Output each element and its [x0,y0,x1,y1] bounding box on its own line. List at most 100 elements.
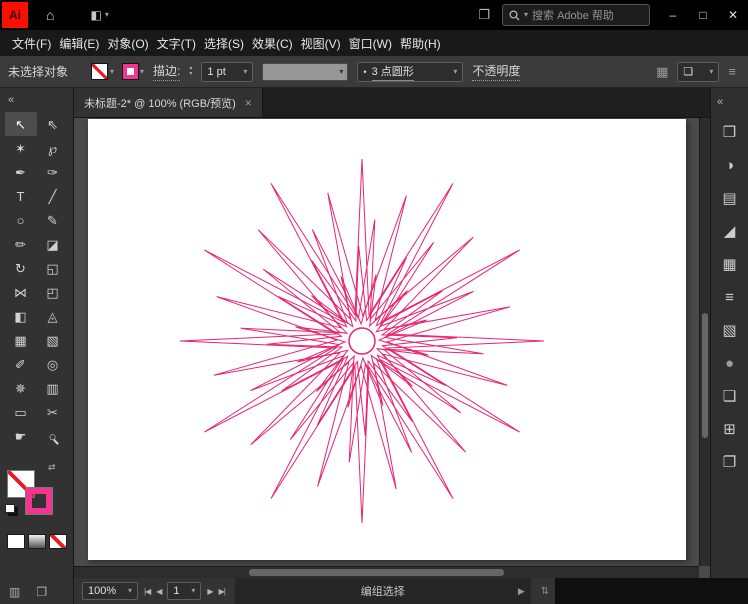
menu-item-object[interactable]: 对象(O) [107,35,148,52]
menu-item-help[interactable]: 帮助(H) [400,35,441,52]
menu-item-type[interactable]: 文字(T) [157,35,196,52]
tool-zoom[interactable]: ○ [37,424,69,448]
stroke-color-picker[interactable]: ▾ [122,63,144,80]
tool-selection[interactable]: ↖ [4,112,37,136]
tool-perspective-grid[interactable]: ◬ [37,304,69,328]
tool-rotate[interactable]: ↻ [5,256,37,280]
tool-mesh[interactable]: ▦ [5,328,37,352]
document-panel-icon[interactable]: ❒ [478,7,490,23]
minimize-button[interactable]: – [658,0,688,30]
panel-transparency-button[interactable]: ● [711,347,748,380]
panel-color-guide-button[interactable]: ◢ [711,215,748,248]
first-artboard-button[interactable]: |◀ [144,587,151,596]
tool-type[interactable]: T [5,184,37,208]
tool-paintbrush[interactable]: ✎ [37,208,69,232]
chevron-down-icon: ▾ [127,586,132,595]
document-tab[interactable]: 未标题-2* @ 100% (RGB/预览) × [74,88,263,117]
tool-lasso[interactable]: ℘ [37,136,69,160]
close-button[interactable]: ✕ [718,0,748,30]
draw-mode-icon[interactable]: ▥ [9,585,20,599]
stroke-control[interactable] [25,487,53,515]
next-artboard-button[interactable]: ▶ [207,587,213,596]
tool-hand[interactable]: ☛ [5,424,37,448]
artboard[interactable] [88,119,686,560]
tool-pen[interactable]: ✒ [5,160,37,184]
properties-panel-icon: ❒ [722,124,737,141]
tab-close-icon[interactable]: × [245,96,252,110]
gradient-button[interactable] [28,534,46,549]
menu-item-effect[interactable]: 效果(C) [252,35,293,52]
panel-properties-button[interactable]: ❒ [711,116,748,149]
vertical-scrollbar-thumb[interactable] [702,313,708,438]
artboard-number-select[interactable]: 1 ▾ [167,582,202,600]
menu-item-file[interactable]: 文件(F) [12,35,51,52]
last-artboard-button[interactable]: ▶| [219,587,226,596]
tool-column-graph[interactable]: ▥ [37,376,69,400]
tool-width[interactable]: ⋈ [5,280,37,304]
arrange-grid-icon[interactable]: ▦ [656,64,668,80]
default-fill-stroke-icon[interactable] [5,504,15,513]
opacity-link[interactable]: 不透明度 [472,62,521,81]
panel-libraries-button[interactable]: ❐ [711,446,748,479]
tool-shape-builder[interactable]: ◧ [5,304,37,328]
panel-layers-button[interactable]: ❏ [711,380,748,413]
stroke-panel-link[interactable]: 描边: [153,62,181,81]
screen-mode-icon[interactable]: ❐ [36,585,47,599]
panel-stroke-button[interactable]: ≡ [711,281,748,314]
prev-artboard-button[interactable]: ◀ [156,587,162,596]
swap-fill-stroke-icon[interactable]: ⇄ [48,462,56,473]
tool-gradient[interactable]: ▧ [37,328,69,352]
zoom-select[interactable]: 100% ▾ [82,582,138,600]
tool-slice[interactable]: ✂ [37,400,69,424]
tool-pencil[interactable]: ✏ [5,232,37,256]
tool-direct-selection[interactable]: ⇖ [37,112,69,136]
panel-color-button[interactable]: ◑ [711,149,748,182]
tool-free-transform[interactable]: ◰ [37,280,69,304]
tool-magic-wand[interactable]: ✶ [5,136,37,160]
status-menu-icon[interactable]: ▶ [518,586,525,597]
menu-item-edit[interactable]: 编辑(E) [59,35,99,52]
fill-color-picker[interactable]: ▾ [91,63,114,80]
panel-menu-icon[interactable]: ≡ [728,64,736,79]
color-button[interactable] [7,534,25,549]
tool-eyedropper[interactable]: ✐ [5,352,37,376]
menu-item-window[interactable]: 窗口(W) [349,35,392,52]
workspace-switcher[interactable]: ◧ ▾ [90,8,108,22]
home-icon[interactable]: ⌂ [46,7,54,23]
tool-artboard[interactable]: ▭ [5,400,37,424]
menu-item-select[interactable]: 选择(S) [204,35,244,52]
color-panel-icon: ◑ [724,157,735,174]
panel-artboards-button[interactable]: ⊞ [711,413,748,446]
arrange-documents-button[interactable]: ❏ ▾ [677,61,720,82]
tool-symbol-sprayer[interactable]: ✵ [5,376,37,400]
pencil-icon: ✏ [15,236,26,252]
help-search-input[interactable]: ▾ 搜索 Adobe 帮助 [502,4,650,26]
panel-gradient-button[interactable]: ▧ [711,314,748,347]
tool-curvature[interactable]: ✑ [37,160,69,184]
tool-scale[interactable]: ◱ [37,256,69,280]
menu-item-view[interactable]: 视图(V) [301,35,341,52]
tool-line-segment[interactable]: ╱ [37,184,69,208]
panel-brushes-button[interactable]: ▦ [711,248,748,281]
collapse-tools-icon[interactable]: « [0,88,73,112]
tool-eraser[interactable]: ◪ [37,232,69,256]
star-artwork[interactable] [88,119,686,560]
horizontal-scrollbar-thumb[interactable] [249,569,504,576]
stroke-weight-stepper[interactable]: ▴ ▾ [189,65,192,77]
brush-definition-select[interactable]: • 3 点圆形 ▾ [357,61,464,82]
expand-panels-icon[interactable]: « [711,88,748,116]
tool-blend[interactable]: ◎ [37,352,69,376]
vertical-scrollbar[interactable] [699,118,710,566]
none-button[interactable] [49,534,67,549]
stroke-weight-select[interactable]: 1 pt ▾ [201,61,254,82]
chevron-down-icon: ▾ [104,10,109,19]
panel-swatches-button[interactable]: ▤ [711,182,748,215]
search-icon [509,9,520,20]
scroll-chevrons-icon[interactable]: ⇅ [541,586,549,597]
libraries-panel-icon: ❐ [722,454,737,471]
horizontal-scrollbar[interactable] [74,566,699,578]
canvas-area[interactable] [74,118,710,578]
maximize-button[interactable]: □ [688,0,718,30]
width-profile-select[interactable]: ▾ [262,62,349,81]
tool-ellipse[interactable]: ○ [5,208,37,232]
